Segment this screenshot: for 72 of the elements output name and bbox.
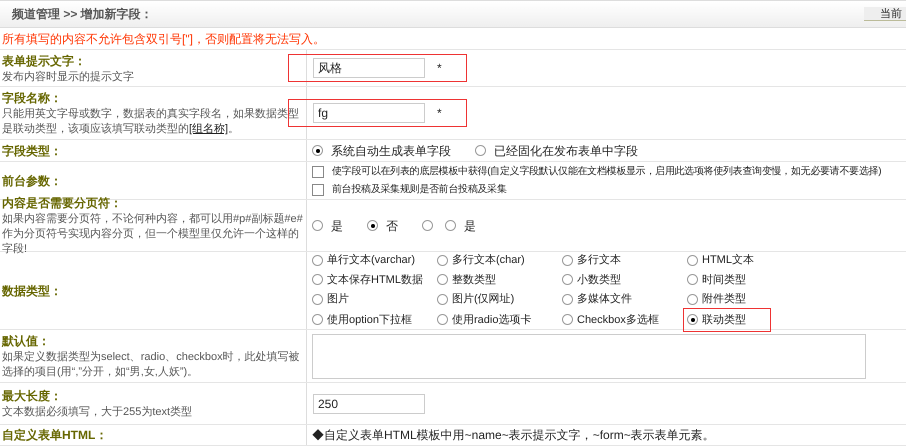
radio-button[interactable] [687,254,698,266]
radio-label: 是 [331,218,343,234]
radio-button[interactable] [475,145,486,156]
radio-label: HTML文本 [702,252,754,268]
text-field[interactable]: 250 [313,394,425,414]
radio-button[interactable] [437,314,448,326]
checkbox[interactable] [312,184,324,196]
radio-label: 多行文本(char) [452,252,525,268]
radio-button[interactable] [312,274,323,286]
radio-label: 多媒体文件 [577,292,632,307]
radio-label: 系统自动生成表单字段 [331,142,451,160]
radio-button[interactable] [437,294,448,305]
checkbox[interactable] [312,166,324,178]
text-field[interactable]: 风格 [313,58,425,78]
field-description: 文本数据必须填写，大于255为text类型 [2,405,194,420]
field-description: 只能用英文字母或数字，数据表的真实字段名，如果数据类型是联动类型，该项应该填写联动类型的[组名称]。 [2,107,300,137]
field-label: 数据类型： [2,282,63,300]
radio-button[interactable] [312,294,323,305]
radio-label: 联动类型 [702,312,746,328]
radio-label: 否 [386,218,398,234]
current-button[interactable]: 当前 [864,7,906,21]
required-mark: * [437,105,442,122]
checkbox-label: 使字段可以在列表的底层模板中获得(自定义字段默认仅能在文档模板显示，启用此选项将使列表查询变慢，如无必要请不要选择) [332,164,882,179]
radio-button[interactable] [312,145,323,156]
breadcrumb: 频道管理 >> 增加新字段： [12,6,153,23]
radio-label: 时间类型 [702,272,746,288]
radio-label: 多行文本 [577,252,621,268]
radio-label: 使用radio选项卡 [452,312,532,328]
field-label: 默认值： [2,333,51,350]
radio-button[interactable] [562,294,573,305]
text-area[interactable] [312,334,866,378]
field-label: 表单提示文字： [2,52,87,70]
radio-button[interactable] [687,294,698,305]
checkbox-label: 前台投稿及采集规则是否前台投稿及采集 [332,182,507,197]
radio-button[interactable] [687,274,698,286]
radio-label: 已经固化在发布表单中字段 [494,142,638,160]
radio-button[interactable] [312,254,323,266]
radio-label: 是 [464,218,476,234]
radio-button[interactable] [445,220,456,231]
radio-label: 使用option下拉框 [327,312,412,328]
radio-label: 单行文本(varchar) [327,252,416,268]
radio-button[interactable] [562,254,573,266]
field-label: 前台参数： [2,172,63,190]
radio-label: 图片 [327,292,349,307]
radio-label: 图片(仅网址) [452,292,514,307]
field-description: 发布内容时显示的提示文字 [2,70,135,84]
group-name-link[interactable]: [组名称] [189,123,228,135]
field-label: 字段名称： [2,90,63,107]
field-label: 内容是否需要分页符： [2,195,123,212]
radio-label: 整数类型 [452,272,496,288]
radio-button[interactable] [422,220,433,231]
radio-button[interactable] [687,314,698,326]
radio-button[interactable] [437,254,448,266]
radio-button[interactable] [437,274,448,286]
radio-label: 文本保存HTML数据 [327,272,423,288]
note-text: ◆自定义表单HTML模板中用~name~表示提示文字，~form~表示表单元素。 [312,427,715,444]
text-field[interactable]: fg [313,103,425,123]
radio-button[interactable] [367,220,378,231]
radio-button[interactable] [562,274,573,286]
required-mark: * [437,60,442,77]
radio-label: 附件类型 [702,292,746,307]
field-description: 如果内容需要分页符，不论何种内容，都可以用#p#副标题#e#作为分页符号实现内容分页，但一个模型里仅允许一个这样的字段! [2,212,304,257]
field-description: 如果定义数据类型为select、radio、checkbox时，此处填写被选择的项目(用“,”分开，如“男,女,人妖”)。 [2,350,301,380]
radio-button[interactable] [312,314,323,326]
radio-label: 小数类型 [577,272,621,288]
field-label: 自定义表单HTML： [2,427,108,444]
warning-text: 所有填写的内容不允许包含双引号["]，否则配置将无法写入。 [2,30,325,48]
radio-label: Checkbox多选框 [577,312,659,328]
radio-button[interactable] [312,220,323,231]
field-label: 最大长度： [2,388,63,405]
radio-button[interactable] [562,314,573,326]
field-label: 字段类型： [2,142,63,160]
